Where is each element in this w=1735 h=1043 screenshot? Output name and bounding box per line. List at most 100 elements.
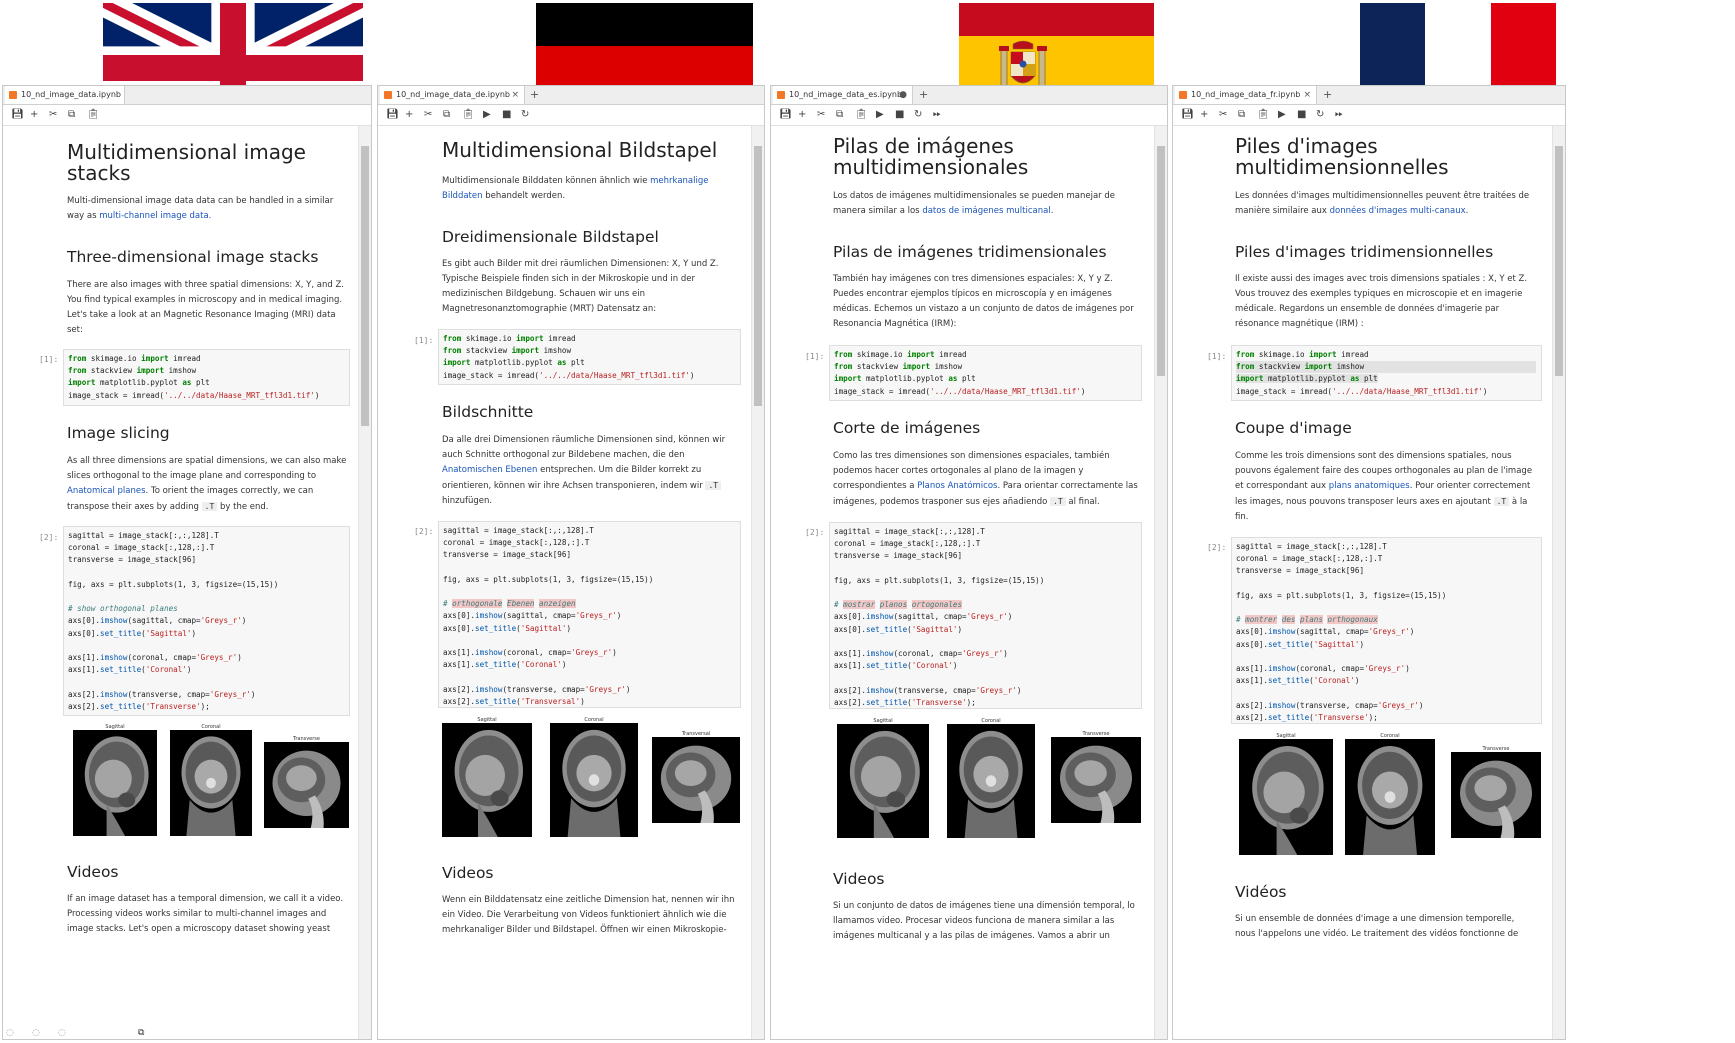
notebook-tab[interactable]: 10_nd_image_data.ipynb [5, 86, 125, 104]
multi-channel-link[interactable]: données d'images multi-canaux [1330, 206, 1466, 216]
status-icon: ◌ [6, 1028, 14, 1038]
add-cell-icon[interactable]: + [30, 108, 38, 122]
section-heading-videos: Videos [833, 870, 885, 888]
mri-transverse-image: Transverse [1051, 731, 1141, 823]
section-heading-slicing: Corte de imágenes [833, 419, 981, 437]
code-cell-imports[interactable]: from skimage.io import imread from stack… [63, 349, 350, 406]
run-icon[interactable]: ▶ [876, 108, 884, 122]
mri-slice-graphic [550, 723, 638, 837]
tab-bar: 10_nd_image_data_es.ipynb ● + [771, 86, 1167, 105]
cut-icon[interactable]: ✂ [424, 108, 432, 122]
paragraph-slicing: Da alle drei Dimensionen räumliche Dimen… [442, 435, 726, 506]
mri-slice-graphic [1051, 737, 1141, 823]
paragraph-3d: También hay imágenes con tres dimensione… [833, 274, 1134, 329]
multi-channel-link[interactable]: datos de imágenes multicanal [922, 206, 1050, 216]
unsaved-dot-icon[interactable]: ● [899, 86, 907, 104]
tab-bar: 10_nd_image_data_fr.ipynb × + [1173, 86, 1565, 105]
anatomical-planes-link[interactable]: Anatomischen Ebenen [442, 465, 537, 475]
section-heading-videos: Videos [442, 864, 494, 882]
mri-slice-graphic [1239, 739, 1333, 855]
page-title: Multidimensional Bildstapel [442, 138, 718, 162]
run-icon[interactable]: ▶ [1278, 108, 1286, 122]
paragraph-slicing: Comme les trois dimensions sont des dime… [1235, 451, 1533, 522]
add-cell-icon[interactable]: + [1200, 108, 1208, 122]
new-tab-icon[interactable]: + [530, 86, 539, 104]
section-heading-3d: Three-dimensional image stacks [67, 248, 319, 266]
mri-slice-graphic [73, 730, 157, 836]
notebook-tab[interactable]: 10_nd_image_data_de.ipynb × [380, 86, 525, 104]
close-tab-icon[interactable]: × [511, 86, 519, 104]
intro-text: Los datos de imágenes multidimensionales… [833, 191, 1116, 216]
run-icon[interactable]: ▶ [483, 108, 491, 122]
mri-slice-graphic [1345, 739, 1435, 855]
restart-icon[interactable]: ↻ [521, 108, 529, 122]
anatomical-planes-link[interactable]: Planos Anatómicos [917, 481, 997, 491]
copy-icon[interactable]: ⧉ [68, 108, 75, 122]
mri-slice-graphic [947, 724, 1035, 838]
code-cell-slicing[interactable]: sagittal = image_stack[:,:,128].T corona… [829, 522, 1142, 709]
notebook-panel-de: 10_nd_image_data_de.ipynb × + 💾︎ + ✂ ⧉ 📋︎… [377, 85, 765, 1040]
code-cell-imports[interactable]: from skimage.io import imread from stack… [438, 329, 741, 385]
new-tab-icon[interactable]: + [919, 86, 928, 104]
tab-bar: 10_nd_image_data.ipynb [3, 86, 371, 105]
code-cell-slicing[interactable]: sagittal = image_stack[:,:,128].T corona… [63, 526, 350, 716]
restart-icon[interactable]: ↻ [1316, 108, 1324, 122]
save-icon[interactable]: 💾︎ [1181, 108, 1194, 122]
cell-prompt: [1]: [414, 336, 434, 345]
notebook-content: Piles d'images multidimensionnelles Les d… [1173, 126, 1551, 1039]
status-icon: ⧉ [138, 1028, 145, 1038]
vertical-scrollbar[interactable] [1154, 126, 1167, 1039]
cell-prompt: [1]: [1207, 352, 1227, 361]
mri-sagittal-image: Sagittal [837, 718, 929, 838]
vertical-scrollbar[interactable] [1552, 126, 1565, 1039]
intro-text: Multidimensionale Bilddaten können ähnli… [442, 176, 709, 201]
new-tab-icon[interactable]: + [1323, 86, 1332, 104]
add-cell-icon[interactable]: + [798, 108, 806, 122]
paste-icon[interactable]: 📋︎ [1257, 108, 1270, 122]
notebook-tab[interactable]: 10_nd_image_data_es.ipynb ● [773, 86, 913, 104]
notebook-content: Pilas de imágenes multidimensionales Los … [771, 126, 1153, 1039]
paste-icon[interactable]: 📋︎ [87, 108, 100, 122]
fast-forward-icon[interactable]: ⏩︎ [933, 108, 941, 122]
status-icon: ◌ [58, 1028, 66, 1038]
code-cell-imports[interactable]: from skimage.io import imread from stack… [1231, 345, 1542, 401]
code-cell-slicing[interactable]: sagittal = image_stack[:,:,128].T corona… [1231, 537, 1542, 724]
vertical-scrollbar[interactable] [751, 126, 764, 1039]
notebook-content: Multidimensional Bildstapel Multidimensi… [378, 126, 750, 1039]
stop-icon[interactable]: ■ [895, 108, 904, 122]
notebook-tab[interactable]: 10_nd_image_data_fr.ipynb × [1175, 86, 1317, 104]
copy-icon[interactable]: ⧉ [443, 108, 450, 122]
mri-sagittal-image: Sagittal [1239, 733, 1333, 855]
copy-icon[interactable]: ⧉ [836, 108, 843, 122]
paste-icon[interactable]: 📋︎ [855, 108, 868, 122]
vertical-scrollbar[interactable] [358, 126, 371, 1039]
add-cell-icon[interactable]: + [405, 108, 413, 122]
save-icon[interactable]: 💾︎ [11, 108, 24, 122]
cut-icon[interactable]: ✂ [49, 108, 57, 122]
multi-channel-link-2[interactable]: Bilddaten [442, 191, 483, 201]
stop-icon[interactable]: ■ [1297, 108, 1306, 122]
code-cell-imports[interactable]: from skimage.io import imread from stack… [829, 345, 1142, 401]
save-icon[interactable]: 💾︎ [779, 108, 792, 122]
notebook-icon [384, 91, 392, 99]
copy-icon[interactable]: ⧉ [1238, 108, 1245, 122]
paragraph-3d: Es gibt auch Bilder mit drei räumlichen … [442, 259, 719, 314]
section-heading-3d: Piles d'images tridimensionnelles [1235, 243, 1494, 261]
mri-coronal-image: Coronal [550, 717, 638, 837]
paste-icon[interactable]: 📋︎ [462, 108, 475, 122]
cut-icon[interactable]: ✂ [1219, 108, 1227, 122]
save-icon[interactable]: 💾︎ [386, 108, 399, 122]
fast-forward-icon[interactable]: ⏩︎ [1335, 108, 1343, 122]
cut-icon[interactable]: ✂ [817, 108, 825, 122]
cell-prompt: [1]: [805, 352, 825, 361]
restart-icon[interactable]: ↻ [914, 108, 922, 122]
code-cell-slicing[interactable]: sagittal = image_stack[:,:,128].T corona… [438, 521, 741, 708]
mri-coronal-image: Coronal [170, 724, 252, 836]
close-tab-icon[interactable]: × [1303, 86, 1311, 104]
multi-channel-link[interactable]: multi-channel image data. [99, 211, 211, 221]
anatomical-planes-link[interactable]: plans anatomiques [1329, 481, 1410, 491]
stop-icon[interactable]: ■ [502, 108, 511, 122]
anatomical-planes-link[interactable]: Anatomical planes [67, 486, 146, 496]
multi-channel-link[interactable]: mehrkanalige [650, 176, 708, 186]
section-heading-slicing: Bildschnitte [442, 403, 534, 421]
